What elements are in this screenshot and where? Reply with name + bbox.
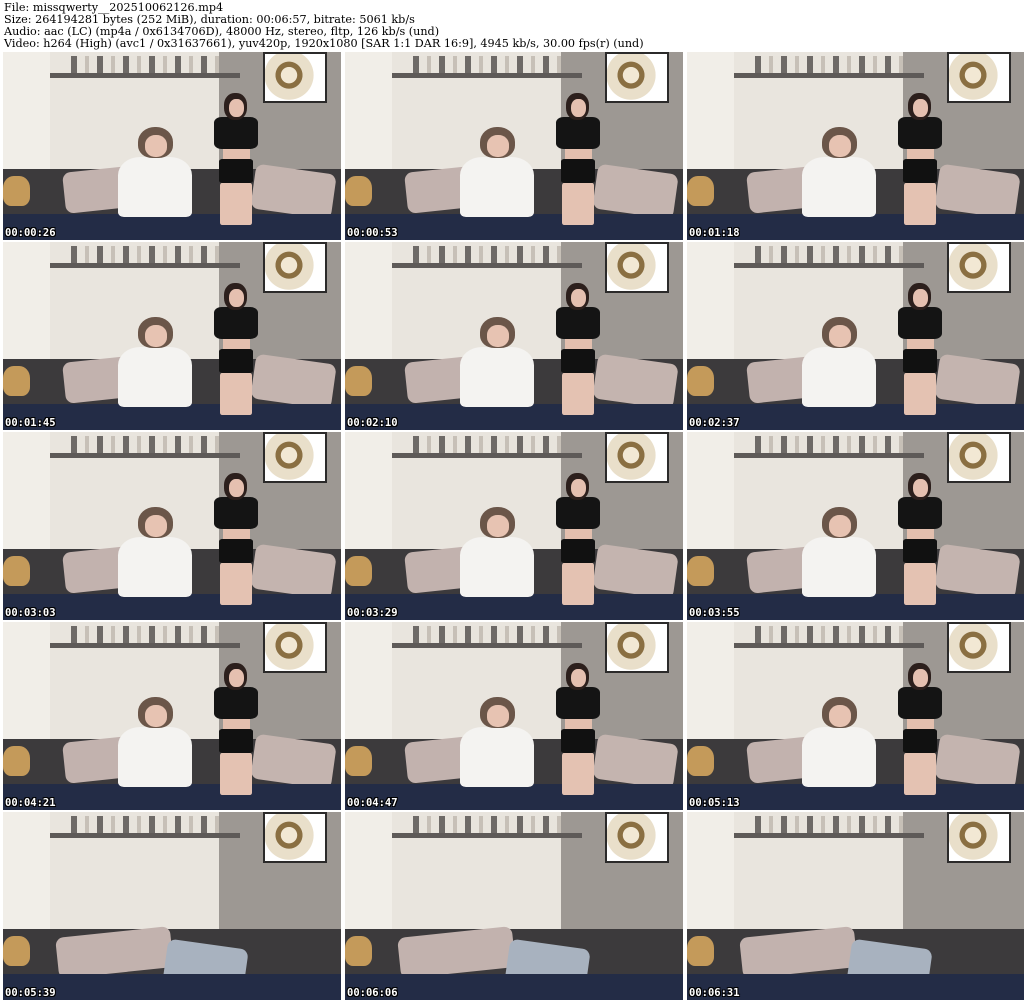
video-frame-thumbnail: 00:03:03 (3, 432, 341, 620)
teddy-bear (3, 556, 31, 587)
person-standing (890, 663, 951, 795)
video-frame-thumbnail: 00:04:21 (3, 622, 341, 810)
frame-timestamp: 00:05:39 (5, 987, 56, 999)
wall-picture-frame (605, 432, 670, 483)
person-standing (548, 663, 609, 795)
person-standing (206, 473, 267, 605)
teddy-bear (687, 366, 715, 397)
person-standing (890, 473, 951, 605)
person-standing (548, 283, 609, 415)
frame-timestamp: 00:05:13 (689, 797, 740, 809)
person-seated (111, 317, 199, 415)
teddy-bear (345, 746, 373, 777)
video-frame-thumbnail: 00:03:29 (345, 432, 683, 620)
frame-timestamp: 00:02:10 (347, 417, 398, 429)
video-frame-thumbnail: 00:05:13 (687, 622, 1024, 810)
teddy-bear (687, 556, 715, 587)
teddy-bear (3, 746, 31, 777)
video-frame-thumbnail: 00:02:10 (345, 242, 683, 430)
teddy-bear (687, 176, 715, 207)
frame-timestamp: 00:03:55 (689, 607, 740, 619)
wall-picture-frame (263, 242, 328, 293)
person-standing (548, 473, 609, 605)
person-seated (795, 127, 883, 225)
teddy-bear (345, 366, 373, 397)
frame-timestamp: 00:04:47 (347, 797, 398, 809)
video-frame-thumbnail: 00:00:26 (3, 52, 341, 240)
wall-picture-frame (947, 242, 1012, 293)
person-seated (795, 317, 883, 415)
frame-timestamp: 00:00:26 (5, 227, 56, 239)
person-seated (795, 697, 883, 795)
person-seated (453, 317, 541, 415)
wall-picture-frame (263, 622, 328, 673)
wall-picture-frame (605, 622, 670, 673)
teddy-bear (3, 366, 31, 397)
thumbnail-grid: 00:00:26 00:00:53 00:01:18 00:01:45 00:02:10… (0, 52, 1024, 1003)
frame-timestamp: 00:01:18 (689, 227, 740, 239)
person-seated (453, 697, 541, 795)
wall-picture-frame (263, 812, 328, 863)
file-info-header: File: missqwerty__202510062126.mp4 Size:… (0, 0, 1024, 52)
person-seated (111, 127, 199, 225)
person-seated (795, 507, 883, 605)
wall-picture-frame (605, 52, 670, 103)
video-frame-thumbnail: 00:04:47 (345, 622, 683, 810)
wall-picture-frame (263, 52, 328, 103)
video-frame-thumbnail: 00:05:39 (3, 812, 341, 1000)
video-frame-thumbnail: 00:03:55 (687, 432, 1024, 620)
wall-picture-frame (947, 432, 1012, 483)
person-standing (206, 93, 267, 225)
person-seated (453, 507, 541, 605)
teddy-bear (687, 936, 715, 967)
wall-picture-frame (263, 432, 328, 483)
wall-picture-frame (605, 242, 670, 293)
person-seated (111, 507, 199, 605)
wall-picture-frame (947, 52, 1012, 103)
wall-picture-frame (947, 622, 1012, 673)
frame-timestamp: 00:01:45 (5, 417, 56, 429)
video-info-line: Video: h264 (High) (avc1 / 0x31637661), … (4, 37, 644, 50)
video-frame-thumbnail: 00:06:31 (687, 812, 1024, 1000)
video-frame-thumbnail: 00:01:18 (687, 52, 1024, 240)
video-frame-thumbnail: 00:00:53 (345, 52, 683, 240)
teddy-bear (345, 176, 373, 207)
video-frame-thumbnail: 00:01:45 (3, 242, 341, 430)
frame-timestamp: 00:03:29 (347, 607, 398, 619)
person-standing (890, 283, 951, 415)
person-seated (453, 127, 541, 225)
teddy-bear (687, 746, 715, 777)
person-standing (890, 93, 951, 225)
frame-timestamp: 00:00:53 (347, 227, 398, 239)
teddy-bear (3, 176, 31, 207)
person-seated (111, 697, 199, 795)
teddy-bear (3, 936, 31, 967)
video-frame-thumbnail: 00:02:37 (687, 242, 1024, 430)
wall-picture-frame (605, 812, 670, 863)
teddy-bear (345, 936, 373, 967)
frame-timestamp: 00:03:03 (5, 607, 56, 619)
person-standing (206, 663, 267, 795)
wall-picture-frame (947, 812, 1012, 863)
person-standing (206, 283, 267, 415)
video-frame-thumbnail: 00:06:06 (345, 812, 683, 1000)
person-standing (548, 93, 609, 225)
frame-timestamp: 00:04:21 (5, 797, 56, 809)
frame-timestamp: 00:06:31 (689, 987, 740, 999)
frame-timestamp: 00:06:06 (347, 987, 398, 999)
teddy-bear (345, 556, 373, 587)
frame-timestamp: 00:02:37 (689, 417, 740, 429)
